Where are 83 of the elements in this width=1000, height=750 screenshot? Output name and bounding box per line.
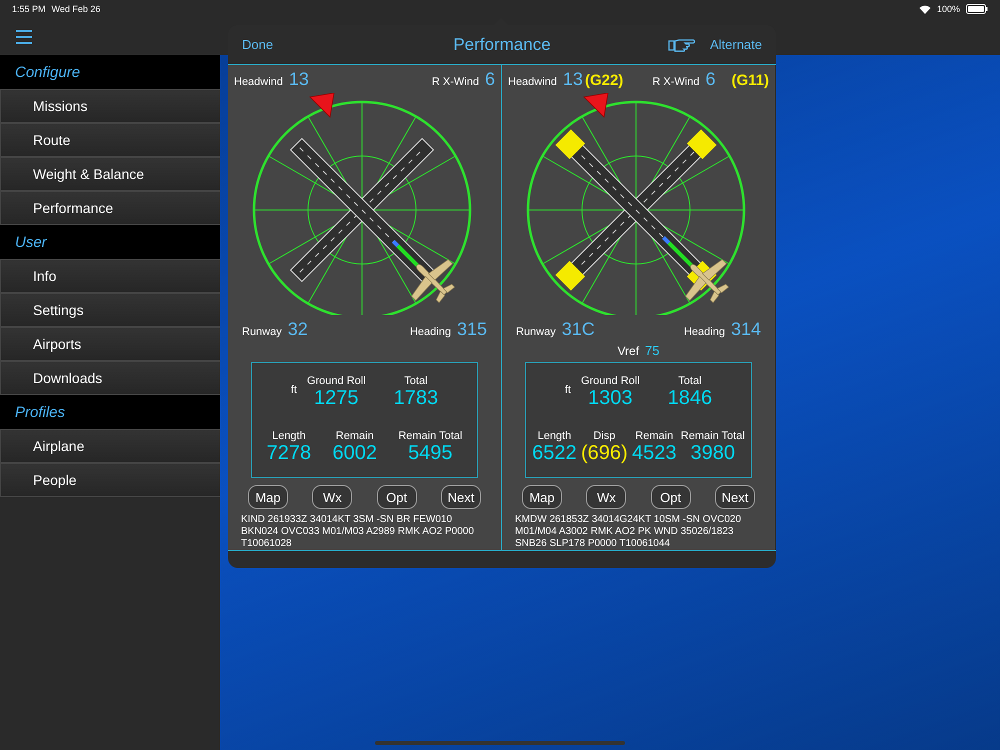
result-value: 5495 — [408, 442, 453, 466]
action-button[interactable]: Map — [248, 485, 288, 509]
action-button[interactable]: Next — [714, 485, 755, 509]
metar-text: KMDW 261853Z 34014G24KT 10SM -SN OVC020 M01/M04 A3002 RMK AO2 PK WND 35026/1823 SNB26 SLP178 P0000 T10061044 — [514, 513, 742, 550]
alternate-button[interactable]: Alternate — [710, 37, 762, 52]
wind-arrow-icon — [309, 93, 334, 118]
result-value: 6002 — [332, 442, 377, 466]
vref-value: 75 — [645, 343, 660, 358]
sidebar-item[interactable]: Performance — [0, 191, 220, 225]
sidebar-item[interactable]: Route — [0, 123, 220, 157]
result-label: Total — [678, 375, 702, 388]
crosswind-label: R X-Wind — [432, 75, 479, 90]
result-label: Remain Total — [680, 430, 745, 442]
battery-percent: 100% — [936, 4, 960, 14]
heading-label: Heading — [410, 325, 451, 340]
headwind-value: 13 — [562, 68, 583, 91]
status-time: 1:55 PM — [12, 4, 46, 14]
airplane-icon — [685, 259, 730, 304]
result-label: Remain Total — [398, 430, 462, 442]
sidebar-item[interactable]: Airports — [0, 327, 220, 361]
result-value: 3980 — [690, 442, 736, 466]
result-label: Total — [404, 375, 428, 388]
runway-label: Runway — [516, 325, 556, 340]
metar-text: KIND 261933Z 34014KT 3SM -SN BR FEW010 BKN024 OVC033 M01/M03 A2989 RMK AO2 P0000 T10061028 — [240, 513, 475, 550]
result-label: Remain — [635, 430, 674, 442]
section-header: Profiles — [0, 395, 220, 429]
sidebar-item[interactable]: Settings — [0, 293, 220, 327]
result-value: 7278 — [266, 442, 312, 466]
crosswind-gust: (G11) — [731, 71, 769, 91]
heading-value: 314 — [730, 318, 761, 341]
headwind-gust: (G22) — [584, 71, 624, 91]
result-value: (696) — [580, 442, 628, 466]
action-button[interactable]: Wx — [586, 485, 626, 509]
crosswind-value: 6 — [484, 68, 495, 91]
result-label: Ground Roll — [580, 375, 640, 388]
action-button[interactable]: Wx — [312, 485, 352, 509]
section-header: Configure — [0, 55, 220, 89]
headwind-label: Headwind — [508, 75, 557, 90]
status-date: Wed Feb 26 — [52, 4, 100, 14]
result-value: 1303 — [588, 387, 633, 410]
sidebar-item[interactable]: Weight & Balance — [0, 157, 220, 191]
headwind-label: Headwind — [234, 75, 283, 90]
sidebar-item[interactable]: Info — [0, 259, 220, 293]
sidebar-item[interactable]: Downloads — [0, 361, 220, 395]
result-value: 1783 — [394, 387, 438, 410]
done-button[interactable]: Done — [242, 37, 274, 52]
wind-arrow-icon — [583, 93, 608, 118]
takeoff-roll-bar — [662, 236, 694, 268]
vref-label: Vref — [617, 344, 640, 358]
result-label: Length — [272, 430, 306, 442]
pointing-hand-icon[interactable] — [668, 38, 696, 52]
crosswind-value: 6 — [705, 68, 716, 91]
result-value: 1275 — [314, 387, 359, 410]
runway-label: Runway — [242, 325, 282, 340]
airplane-icon — [411, 259, 456, 304]
action-button[interactable]: Opt — [650, 485, 691, 509]
menu-icon[interactable] — [14, 28, 34, 46]
result-label: Length — [538, 430, 572, 442]
heading-value: 315 — [456, 318, 487, 341]
result-value: 4523 — [632, 442, 676, 466]
runway-value: 32 — [288, 318, 308, 341]
sidebar-item[interactable]: Missions — [0, 89, 220, 123]
unit-label: ft — [290, 384, 297, 396]
result-label: Ground Roll — [306, 375, 366, 388]
result-value: 1846 — [668, 387, 712, 410]
result-value: 6522 — [532, 442, 577, 466]
popover-title: Performance — [453, 34, 551, 54]
result-label: Disp — [593, 430, 616, 442]
result-label: Remain — [336, 430, 374, 442]
takeoff-roll-bar — [392, 240, 420, 268]
sidebar-item[interactable]: People — [0, 463, 220, 497]
headwind-value: 13 — [288, 68, 309, 91]
action-button[interactable]: Map — [522, 485, 562, 509]
heading-label: Heading — [684, 325, 725, 340]
crosswind-label: R X-Wind — [652, 75, 700, 90]
unit-label: ft — [564, 384, 571, 396]
wifi-icon — [918, 4, 931, 14]
sidebar-item[interactable]: Airplane — [0, 429, 220, 463]
action-button[interactable]: Next — [440, 485, 481, 509]
battery-icon — [966, 4, 988, 14]
runway-value: 31C — [562, 318, 595, 341]
action-button[interactable]: Opt — [376, 485, 417, 509]
section-header: User — [0, 225, 220, 259]
